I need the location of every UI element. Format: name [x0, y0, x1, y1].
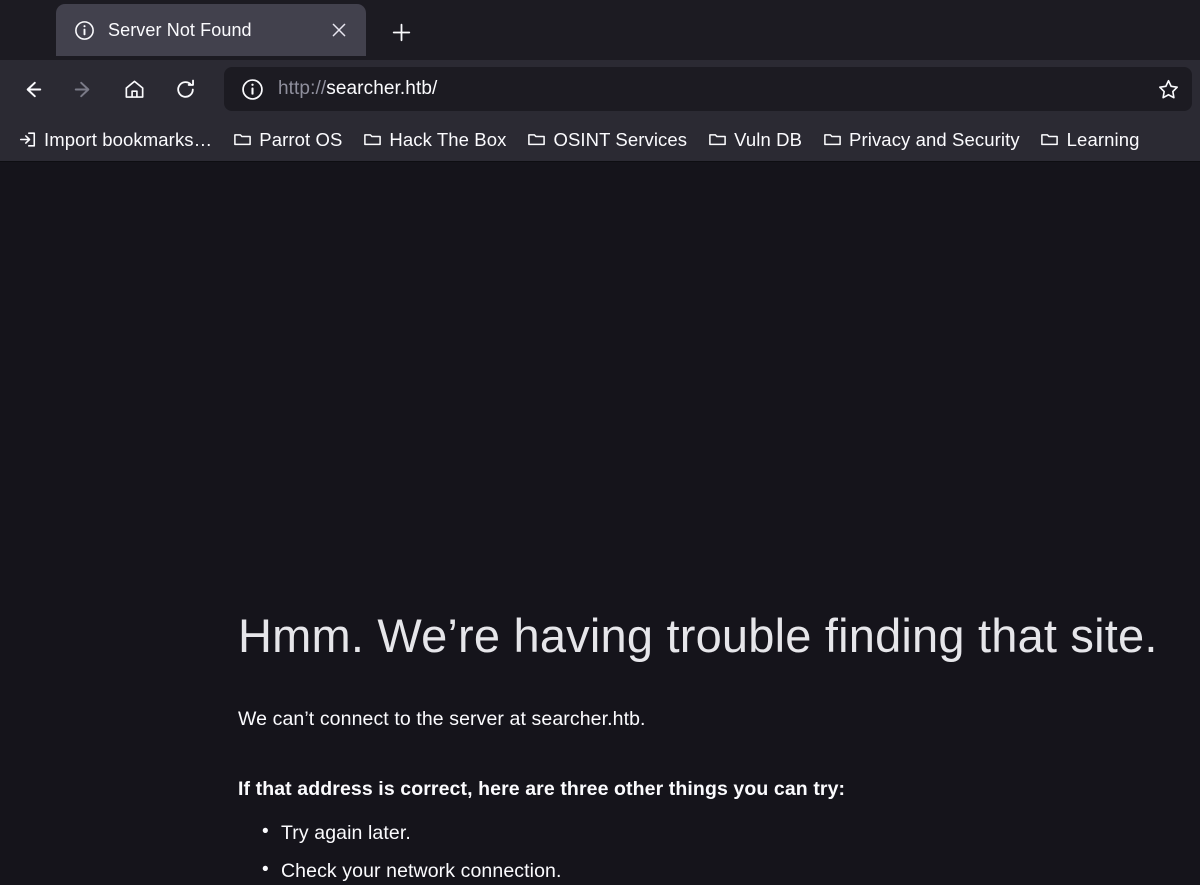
suggestions-heading: If that address is correct, here are thr… — [238, 778, 846, 800]
new-tab-button[interactable] — [382, 13, 420, 51]
folder-icon — [526, 130, 546, 150]
tab-strip: Server Not Found — [0, 0, 1200, 60]
navigation-toolbar: http://searcher.htb/ — [0, 60, 1200, 118]
bookmark-import-bookmarks[interactable]: Import bookmarks… — [10, 124, 219, 156]
import-icon — [17, 130, 37, 150]
list-item: Check your network connection. — [238, 859, 1165, 883]
address-bar[interactable]: http://searcher.htb/ — [224, 67, 1192, 111]
back-button[interactable] — [12, 69, 52, 109]
bookmark-hack-the-box[interactable]: Hack The Box — [355, 124, 513, 156]
info-circle-icon — [74, 20, 95, 41]
bookmark-label: Hack The Box — [389, 128, 507, 150]
folder-icon — [362, 130, 382, 150]
page-content: Hmm. We’re having trouble finding that s… — [0, 162, 1200, 885]
suggestions-list: Try again later. Check your network conn… — [238, 821, 1165, 885]
bookmark-privacy-and-security[interactable]: Privacy and Security — [815, 124, 1027, 156]
star-icon[interactable] — [1150, 71, 1186, 107]
close-icon[interactable] — [326, 17, 352, 43]
forward-button[interactable] — [63, 69, 103, 109]
url-input[interactable]: http://searcher.htb/ — [278, 78, 1150, 100]
error-short-description: We can’t connect to the server at search… — [238, 708, 646, 730]
bookmark-label: Privacy and Security — [849, 128, 1020, 150]
info-circle-icon[interactable] — [240, 77, 264, 101]
bookmark-label: Import bookmarks… — [44, 128, 213, 150]
home-button[interactable] — [114, 69, 154, 109]
bookmark-label: Vuln DB — [734, 128, 803, 150]
bookmarks-toolbar: Import bookmarks… Parrot OS Hack The Box — [0, 118, 1200, 162]
list-item: Try again later. — [238, 821, 1165, 845]
browser-window: Server Not Found http://searcher.htb/ Im… — [0, 0, 1200, 885]
url-host: searcher.htb/ — [326, 78, 438, 99]
network-error-page: Hmm. We’re having trouble finding that s… — [238, 162, 1165, 885]
tab-server-not-found[interactable]: Server Not Found — [56, 4, 366, 56]
bookmark-osint-services[interactable]: OSINT Services — [519, 124, 694, 156]
folder-icon — [707, 130, 727, 150]
reload-icon[interactable] — [165, 69, 205, 109]
bookmark-vuln-db[interactable]: Vuln DB — [700, 124, 809, 156]
bookmark-label: OSINT Services — [553, 128, 688, 150]
folder-icon — [822, 130, 842, 150]
page-title: Hmm. We’re having trouble finding that s… — [238, 609, 1158, 662]
url-scheme: http:// — [278, 78, 327, 99]
bookmark-label: Learning — [1066, 128, 1140, 150]
bookmark-label: Parrot OS — [259, 128, 343, 150]
bookmark-parrot-os[interactable]: Parrot OS — [225, 124, 349, 156]
folder-icon — [232, 130, 252, 150]
folder-icon — [1040, 130, 1060, 150]
tab-title: Server Not Found — [108, 19, 252, 40]
bookmark-learning[interactable]: Learning — [1033, 124, 1147, 156]
